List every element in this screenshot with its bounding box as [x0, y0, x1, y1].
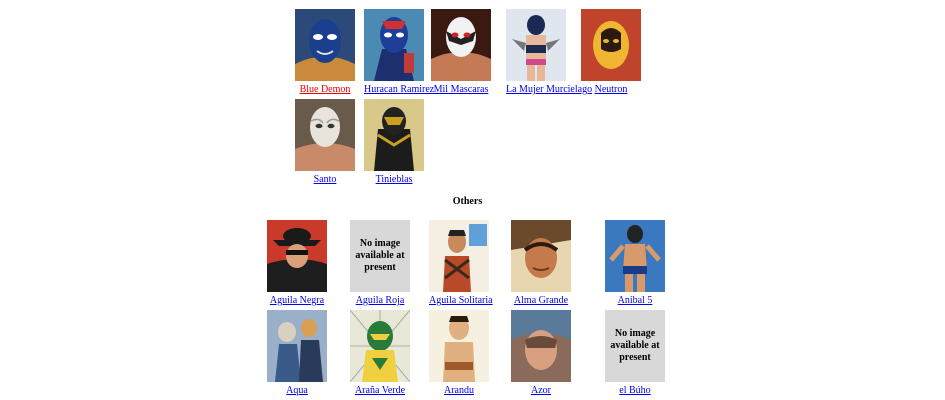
arana-verde-image-link[interactable]: [350, 310, 410, 382]
arandu-image: [429, 310, 489, 382]
thumb-cell-tinieblas: Tinieblas: [364, 99, 424, 186]
thumb-cell-huracan-ramirez: Huracan Ramirez: [364, 9, 434, 96]
link-mil-mascaras[interactable]: Mil Mascaras: [431, 84, 491, 96]
link-arana-verde[interactable]: Araña Verde: [350, 385, 410, 397]
thumb-cell-azor: Azor: [511, 310, 571, 397]
santo-image-link[interactable]: [295, 99, 355, 171]
aguila-solitaria-image: [429, 220, 489, 292]
blue-demon-image-link[interactable]: [295, 9, 355, 81]
others-heading: Others: [452, 196, 483, 207]
tinieblas-image-link[interactable]: [364, 99, 424, 171]
anibal-5-image-link[interactable]: [605, 220, 665, 292]
thumb-cell-neutron: Neutron: [581, 9, 641, 96]
la-mujer-murcielago-image-link[interactable]: [506, 9, 566, 81]
el-buho-no-image-placeholder: No image available at present: [605, 310, 665, 382]
arana-verde-image: [350, 310, 410, 382]
santo-image: [295, 99, 355, 171]
alma-grande-image-link[interactable]: [511, 220, 571, 292]
thumb-cell-aguila-roja: No image available at present Aguila Roj…: [350, 220, 410, 307]
aqua-image-link[interactable]: [267, 310, 327, 382]
neutron-image-link[interactable]: [581, 9, 641, 81]
aguila-negra-image: [267, 220, 327, 292]
link-aguila-solitaria[interactable]: Aguila Solitaria: [429, 295, 493, 307]
link-aqua[interactable]: Aqua: [267, 385, 327, 397]
thumb-cell-alma-grande: Alma Grande: [511, 220, 571, 307]
link-arandu[interactable]: Arandu: [429, 385, 489, 397]
link-el-buho[interactable]: el Búho: [605, 385, 665, 397]
thumb-cell-mil-mascaras: Mil Mascaras: [431, 9, 491, 96]
huracan-ramirez-image-link[interactable]: [364, 9, 424, 81]
azor-image-link[interactable]: [511, 310, 571, 382]
aguila-negra-image-link[interactable]: [267, 220, 327, 292]
link-anibal-5[interactable]: Anibal 5: [605, 295, 665, 307]
thumb-cell-la-mujer-murcielago: La Mujer Murcielago: [506, 9, 592, 96]
link-aguila-negra[interactable]: Aguila Negra: [267, 295, 327, 307]
link-neutron[interactable]: Neutron: [581, 84, 641, 96]
thumb-cell-aqua: Aqua: [267, 310, 327, 397]
aqua-image: [267, 310, 327, 382]
thumb-cell-arana-verde: Araña Verde: [350, 310, 410, 397]
thumb-cell-arandu: Arandu: [429, 310, 489, 397]
aguila-solitaria-image-link[interactable]: [429, 220, 489, 292]
mil-mascaras-image: [431, 9, 491, 81]
neutron-image: [581, 9, 641, 81]
mil-mascaras-image-link[interactable]: [431, 9, 491, 81]
link-azor[interactable]: Azor: [511, 385, 571, 397]
huracan-ramirez-image: [364, 9, 424, 81]
link-blue-demon[interactable]: Blue Demon: [295, 84, 355, 96]
alma-grande-image: [511, 220, 571, 292]
link-aguila-roja[interactable]: Aguila Roja: [350, 295, 410, 307]
tinieblas-image: [364, 99, 424, 171]
anibal-5-image: [605, 220, 665, 292]
thumb-cell-anibal-5: Anibal 5: [605, 220, 665, 307]
thumb-cell-el-buho: No image available at present el Búho: [605, 310, 665, 397]
thumb-cell-santo: Santo: [295, 99, 355, 186]
azor-image: [511, 310, 571, 382]
thumb-cell-blue-demon: Blue Demon: [295, 9, 355, 96]
thumb-cell-aguila-solitaria: Aguila Solitaria: [429, 220, 493, 307]
la-mujer-murcielago-image: [506, 9, 566, 81]
thumb-cell-aguila-negra: Aguila Negra: [267, 220, 327, 307]
arandu-image-link[interactable]: [429, 310, 489, 382]
blue-demon-image: [295, 9, 355, 81]
link-alma-grande[interactable]: Alma Grande: [511, 295, 571, 307]
link-tinieblas[interactable]: Tinieblas: [364, 174, 424, 186]
link-la-mujer-murcielago[interactable]: La Mujer Murcielago: [506, 84, 592, 96]
link-santo[interactable]: Santo: [295, 174, 355, 186]
link-huracan-ramirez[interactable]: Huracan Ramirez: [364, 84, 434, 96]
aguila-roja-no-image-placeholder: No image available at present: [350, 220, 410, 292]
